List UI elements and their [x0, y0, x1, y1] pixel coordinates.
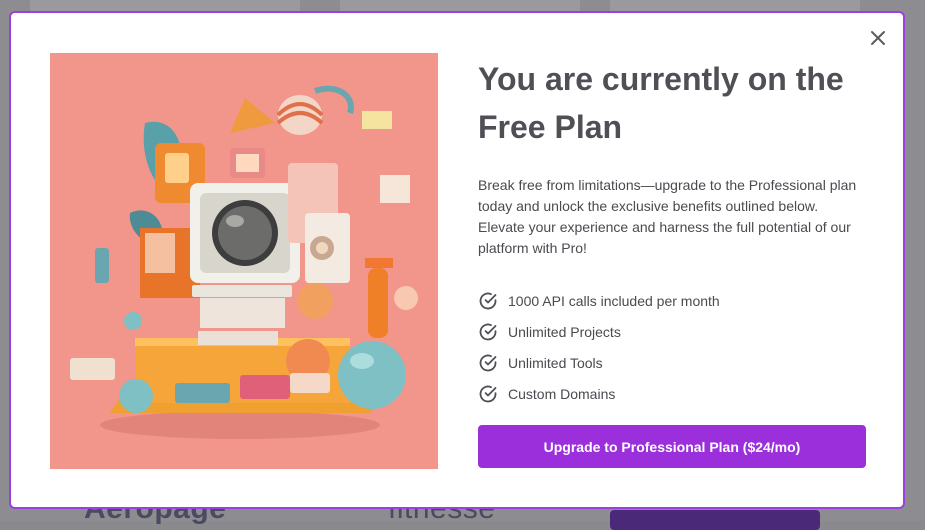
- check-circle-icon: [478, 384, 498, 404]
- upgrade-button[interactable]: Upgrade to Professional Plan ($24/mo): [478, 425, 866, 468]
- feature-label: Unlimited Projects: [508, 323, 621, 340]
- upgrade-modal: You are currently on the Free Plan Break…: [9, 11, 905, 509]
- feature-label: 1000 API calls included per month: [508, 292, 720, 309]
- feature-item: Custom Domains: [478, 378, 720, 409]
- modal-description: Break free from limitations—upgrade to t…: [478, 177, 857, 256]
- check-circle-icon: [478, 353, 498, 373]
- feature-item: 1000 API calls included per month: [478, 285, 720, 316]
- check-circle-icon: [478, 291, 498, 311]
- feature-list: 1000 API calls included per month Unlimi…: [478, 285, 720, 409]
- feature-label: Unlimited Tools: [508, 354, 603, 371]
- retro-computer-illustration: [50, 53, 438, 469]
- feature-item: Unlimited Tools: [478, 347, 720, 378]
- feature-label: Custom Domains: [508, 385, 616, 402]
- background-button: [610, 510, 820, 530]
- check-circle-icon: [478, 322, 498, 342]
- close-button[interactable]: [867, 27, 889, 49]
- feature-item: Unlimited Projects: [478, 316, 720, 347]
- close-icon: [871, 31, 885, 45]
- modal-title: You are currently on the Free Plan: [478, 61, 844, 145]
- hero-illustration: [50, 53, 438, 469]
